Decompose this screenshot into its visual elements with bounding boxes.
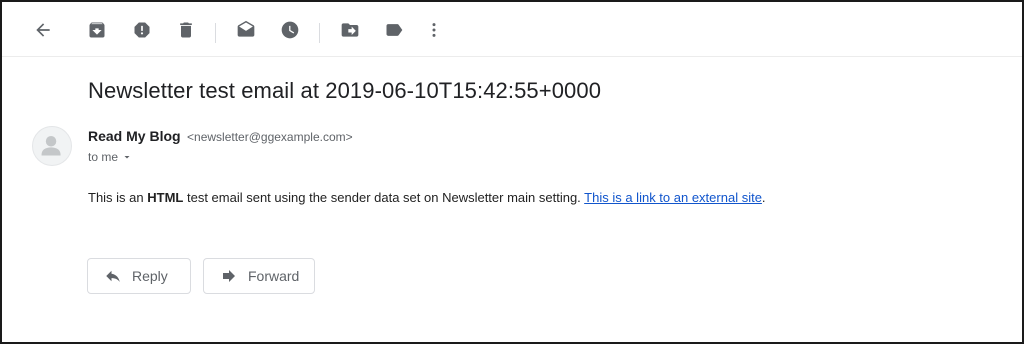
mark-unread-button[interactable] [230,14,262,46]
reply-button[interactable]: Reply [87,258,191,294]
report-spam-icon [134,22,150,38]
delete-button[interactable] [170,14,202,46]
body-text-prefix: This is an [88,190,148,205]
archive-icon [89,22,105,38]
reply-label: Reply [132,268,168,284]
snooze-button[interactable] [274,14,306,46]
body-text-suffix: . [761,190,766,205]
archive-button[interactable] [81,14,113,46]
email-body: This is an HTML test email sent using th… [88,190,766,205]
sender-line: Read My Blog <newsletter@ggexample.com> [88,128,353,146]
forward-button[interactable]: Forward [203,258,315,294]
back-arrow-icon [36,23,50,37]
labels-button[interactable] [378,14,410,46]
default-avatar-icon [41,136,61,156]
forward-icon [223,270,235,282]
report-spam-button[interactable] [126,14,158,46]
more-vert-icon [432,23,436,37]
trash-icon [180,22,192,38]
move-to-button[interactable] [334,14,366,46]
sender-avatar[interactable] [32,126,72,166]
email-toolbar [2,2,1022,57]
sender-name[interactable]: Read My Blog [88,128,181,144]
body-text-bold: HTML [147,190,184,205]
forward-label: Forward [248,268,300,284]
label-icon [386,24,403,36]
recipient-details-toggle[interactable]: to me [88,150,133,164]
caret-down-icon [124,156,130,159]
mark-unread-icon [237,20,255,37]
toolbar-divider [215,23,216,43]
email-subject: Newsletter test email at 2019-06-10T15:4… [88,78,602,103]
move-to-icon [341,23,359,37]
more-options-button[interactable] [418,14,450,46]
external-site-link[interactable]: This is a link to an external site [584,190,762,205]
sender-email: <newsletter@ggexample.com> [187,130,353,144]
back-button[interactable] [27,14,59,46]
email-viewer: Newsletter test email at 2019-06-10T15:4… [0,0,1024,344]
reply-icon [106,270,120,282]
body-text-middle: test email sent using the sender data se… [183,190,585,205]
toolbar-divider [319,23,320,43]
recipient-label: to me [88,150,119,164]
clock-icon [281,21,299,39]
